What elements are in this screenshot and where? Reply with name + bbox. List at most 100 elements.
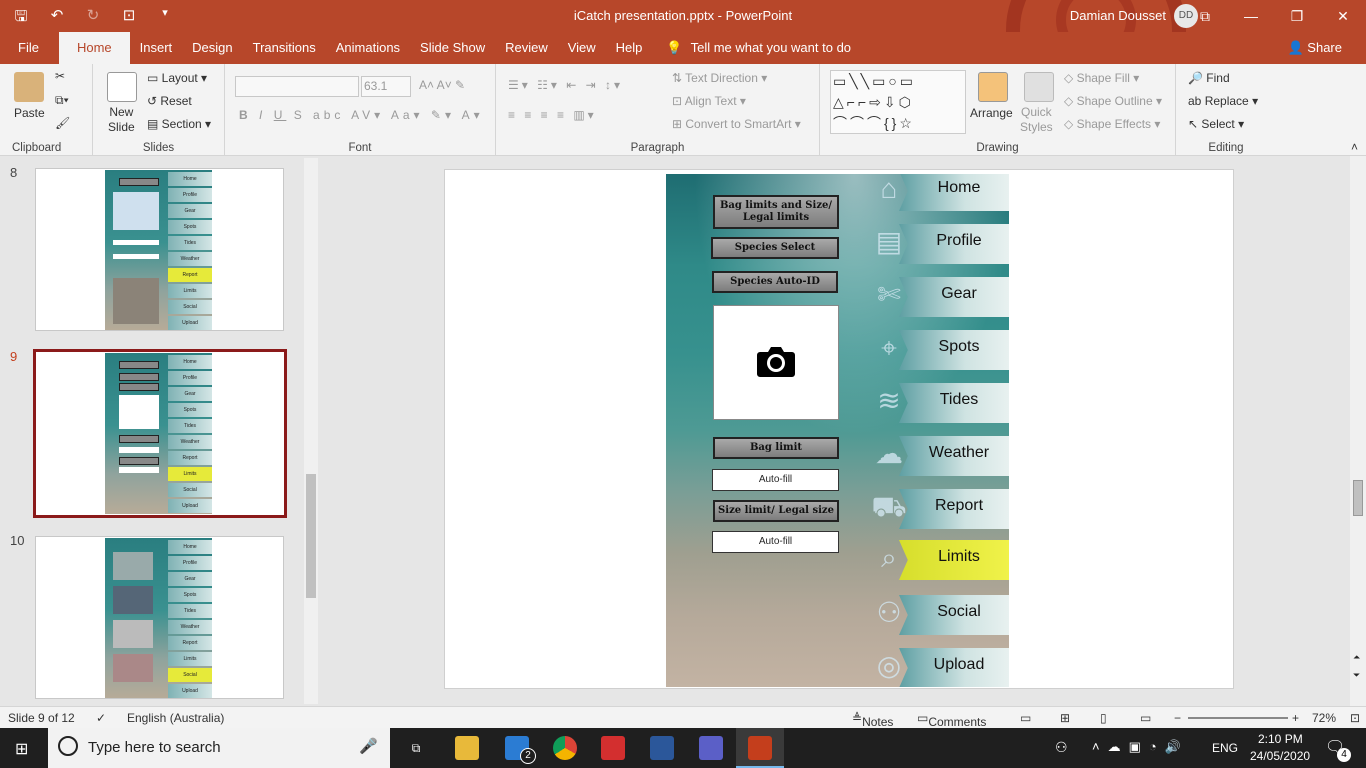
acrobat-icon[interactable] (601, 736, 625, 760)
language-indicator[interactable]: English (Australia) (127, 711, 224, 725)
collapse-ribbon-icon[interactable]: ˄ (1351, 140, 1358, 154)
share-button[interactable]: 👤 Share (1287, 32, 1342, 64)
tab-animations[interactable]: Animations (326, 32, 410, 64)
species-auto-id-button[interactable]: Species Auto-ID (712, 271, 838, 293)
nav-weather[interactable]: ☁ Weather (869, 432, 1009, 478)
close-icon[interactable]: ✕ (1320, 0, 1366, 32)
prev-slide-icon[interactable]: ⏶ (1353, 652, 1360, 663)
arrange-button[interactable]: Arrange (970, 106, 1013, 120)
task-view-icon[interactable]: ⧉ (404, 736, 428, 760)
clock-time[interactable]: 2:10 PM (1258, 732, 1303, 746)
tell-me-search[interactable]: Tell me what you want to do (683, 32, 861, 64)
zoom-in-icon[interactable]: + (1292, 711, 1299, 725)
zoom-level[interactable]: 72% (1312, 711, 1336, 725)
tab-view[interactable]: View (558, 32, 606, 64)
new-slide-icon[interactable] (107, 72, 137, 102)
shape-outline-button[interactable]: ◇ Shape Outline ▾ (1064, 94, 1162, 108)
grow-font-icon[interactable]: A˄ A˅ ✎ (419, 78, 465, 92)
section-button[interactable]: ▤ Section ▾ (147, 117, 211, 131)
size-limit-field[interactable]: Auto-fill (712, 531, 839, 553)
nav-report[interactable]: ⛟ Report (869, 485, 1009, 531)
slideshow-view-icon[interactable]: ▭ (1140, 711, 1151, 725)
teams-icon[interactable] (699, 736, 723, 760)
microphone-icon[interactable]: 🎤 (359, 737, 378, 755)
shape-effects-button[interactable]: ◇ Shape Effects ▾ (1064, 117, 1160, 131)
nav-social[interactable]: ⚇ Social (869, 591, 1009, 637)
paste-button[interactable]: Paste (14, 106, 45, 120)
tab-file[interactable]: File (8, 32, 49, 64)
reading-view-icon[interactable]: ▯ (1100, 711, 1107, 725)
taskbar-search[interactable]: Type here to search 🎤 (48, 728, 390, 768)
alignment-buttons[interactable]: ≡ ≡ ≡ ≡ ▥▾ (508, 108, 597, 122)
font-format-buttons[interactable]: B I U S abc AV▾ Aa▾ ✎▾ A▾ (239, 108, 484, 122)
tab-home[interactable]: Home (58, 32, 130, 64)
paste-icon[interactable] (14, 72, 44, 102)
cut-icon[interactable]: ✂ (55, 69, 65, 83)
nav-gear[interactable]: ✄ Gear (869, 273, 1009, 319)
new-slide-button[interactable]: New Slide (108, 105, 135, 135)
convert-smartart-button[interactable]: ⊞ Convert to SmartArt ▾ (672, 117, 801, 131)
minimize-icon[interactable]: — (1228, 0, 1274, 32)
find-button[interactable]: 🔎 Find (1188, 71, 1230, 85)
zoom-slider[interactable] (1188, 717, 1288, 719)
nav-tides[interactable]: ≋ Tides (869, 379, 1009, 425)
slide-sorter-icon[interactable]: ⊞ (1060, 711, 1070, 725)
nav-home[interactable]: ⌂ Home (869, 174, 1009, 213)
replace-button[interactable]: ab Replace ▾ (1188, 94, 1258, 108)
layout-button[interactable]: ▭ Layout ▾ (147, 71, 207, 85)
bag-limit-button[interactable]: Bag limit (713, 437, 839, 459)
file-explorer-icon[interactable] (455, 736, 479, 760)
bag-limit-field[interactable]: Auto-fill (712, 469, 839, 491)
input-language[interactable]: ENG (1212, 741, 1238, 755)
nav-spots[interactable]: ⌖ Spots (869, 326, 1009, 372)
user-name[interactable]: Damian Dousset (1070, 8, 1166, 23)
clock-date[interactable]: 24/05/2020 (1250, 749, 1310, 763)
select-button[interactable]: ↖ Select ▾ (1188, 117, 1244, 131)
slide-thumbnail-8[interactable]: Home Profile Gear Spots Tides Weather Report Li… (35, 168, 284, 331)
tab-insert[interactable]: Insert (130, 32, 183, 64)
tab-design[interactable]: Design (182, 32, 242, 64)
slide-scrollbar[interactable]: ⏶ ⏷ (1350, 156, 1366, 706)
fit-slide-icon[interactable]: ⊡ (1350, 711, 1360, 725)
next-slide-icon[interactable]: ⏷ (1353, 670, 1360, 681)
slide-thumbnail-9[interactable]: Home Profile Gear Spots Tides Weather Report Li… (33, 349, 287, 518)
chrome-icon[interactable] (553, 736, 577, 760)
reset-button[interactable]: ↺ Reset (147, 94, 192, 108)
size-limit-button[interactable]: Size limit/ Legal size (713, 500, 839, 522)
zoom-out-icon[interactable]: − (1174, 711, 1181, 725)
text-direction-button[interactable]: ⇅ Text Direction ▾ (672, 71, 767, 85)
nav-profile[interactable]: ▤ Profile (869, 220, 1009, 266)
tray-icons[interactable]: ˄☁▣◔🔊 (1092, 739, 1189, 755)
tab-slide-show[interactable]: Slide Show (410, 32, 495, 64)
bag-size-limits-button[interactable]: Bag limits and Size/ Legal limits (713, 195, 839, 229)
slide-canvas[interactable]: Bag limits and Size/ Legal limits Specie… (444, 169, 1234, 689)
notes-button[interactable]: ≜ Notes (852, 711, 893, 729)
windows-start-icon[interactable]: ⊞ (15, 739, 28, 759)
arrange-icon[interactable] (978, 72, 1008, 102)
spellcheck-icon[interactable]: ✓ (96, 711, 106, 725)
powerpoint-taskbar-active[interactable] (736, 728, 784, 768)
font-family-select[interactable] (235, 76, 359, 97)
normal-view-icon[interactable]: ▭ (1020, 711, 1031, 725)
tab-help[interactable]: Help (606, 32, 653, 64)
shapes-gallery[interactable]: ▭╲╲▭○▭ △⌐⌐⇨⇩⬡ ⌒⌒⌒{}☆ (830, 70, 966, 134)
word-icon[interactable] (650, 736, 674, 760)
tab-review[interactable]: Review (495, 32, 558, 64)
font-size-select[interactable]: 63.1 (361, 76, 411, 97)
format-painter-icon[interactable]: 🖌 (55, 116, 70, 130)
copy-icon[interactable]: ⧉▾ (55, 93, 69, 108)
thumbnail-scrollbar[interactable] (304, 158, 318, 704)
nav-upload[interactable]: ◎ Upload (869, 644, 1009, 687)
species-select-button[interactable]: Species Select (711, 237, 839, 259)
slide-thumbnail-10[interactable]: Home Profile Gear Spots Tides Weather Report Li… (35, 536, 284, 699)
ribbon-display-icon[interactable]: ⧉ (1182, 0, 1228, 32)
people-icon[interactable]: ⚇ (1055, 739, 1068, 756)
quick-styles-icon[interactable] (1024, 72, 1054, 102)
quick-styles-button[interactable]: Quick Styles (1020, 105, 1053, 135)
list-buttons[interactable]: ☰▾ ☷▾ ⇤ ⇥ ↕▾ (508, 78, 623, 92)
comments-button[interactable]: ▭ Comments (917, 711, 986, 729)
camera-box[interactable] (713, 305, 839, 420)
shape-fill-button[interactable]: ◇ Shape Fill ▾ (1064, 71, 1139, 85)
tab-transitions[interactable]: Transitions (243, 32, 326, 64)
align-text-button[interactable]: ⊡ Align Text ▾ (672, 94, 746, 108)
